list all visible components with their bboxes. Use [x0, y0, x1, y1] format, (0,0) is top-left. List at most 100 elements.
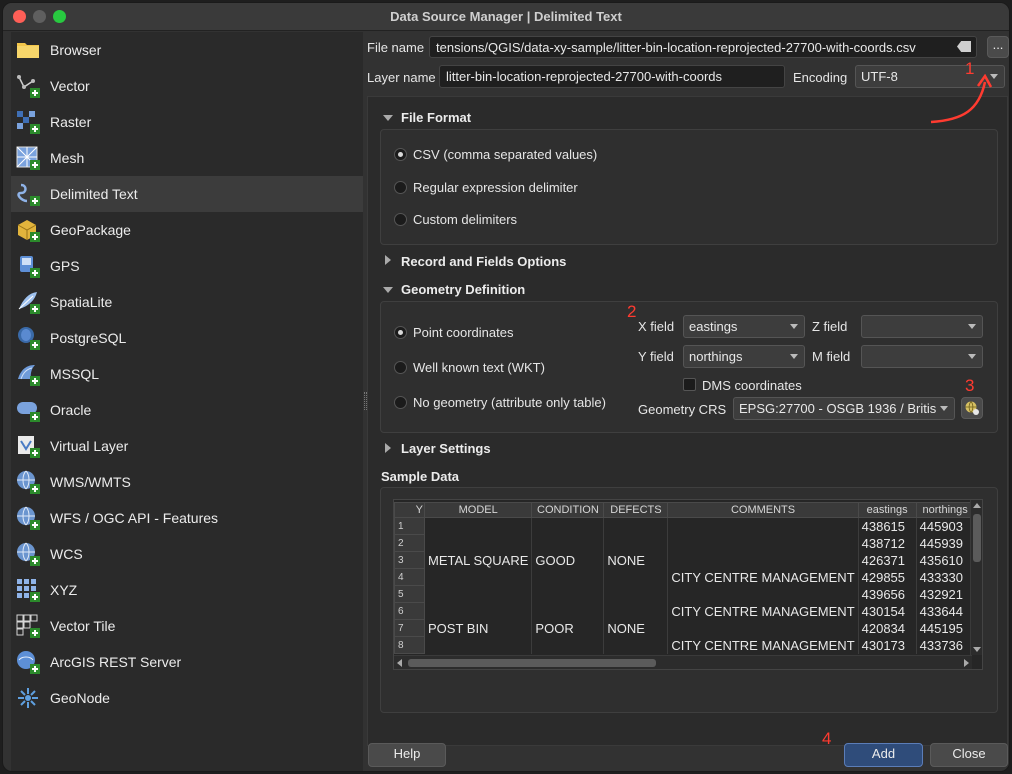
column-header[interactable]: DEFECTS	[603, 502, 669, 518]
file-format-header[interactable]: File Format	[401, 110, 471, 125]
column-header[interactable]: COMMENTS	[667, 502, 859, 518]
layer-settings-header[interactable]: Layer Settings	[401, 441, 491, 456]
arcgis-icon	[15, 649, 41, 675]
help-button[interactable]: Help	[368, 743, 446, 767]
expand-icon[interactable]	[385, 443, 391, 453]
wkt-radio[interactable]	[394, 361, 407, 374]
y-field-select[interactable]: northings	[683, 345, 805, 368]
sidebar-item-xyz[interactable]: XYZ	[11, 572, 363, 608]
sidebar-item-oracle[interactable]: Oracle	[11, 392, 363, 428]
sidebar-item-gps[interactable]: GPS	[11, 248, 363, 284]
table-row[interactable]: 1 438615 445903	[394, 517, 975, 535]
sidebar-item-vector-tile[interactable]: Vector Tile	[11, 608, 363, 644]
custom-delimiters-radio[interactable]	[394, 213, 407, 226]
splitter-handle[interactable]	[364, 392, 367, 410]
spatialite-icon	[15, 289, 41, 315]
row-number[interactable]: 1	[394, 517, 425, 535]
table-row[interactable]: 4 CITY CENTRE MANAGEMENT 429855 433330	[394, 568, 975, 586]
csv-radio-label[interactable]: CSV (comma separated values)	[413, 147, 597, 162]
file-name-value: tensions/QGIS/data-xy-sample/litter-bin-…	[436, 40, 916, 55]
folder-icon	[15, 37, 41, 63]
table-vertical-scrollbar[interactable]	[970, 500, 982, 655]
row-number[interactable]: 8	[394, 636, 425, 654]
sidebar-item-raster[interactable]: Raster	[11, 104, 363, 140]
no-geometry-label[interactable]: No geometry (attribute only table)	[413, 395, 606, 410]
table-cell-northings: 445939	[916, 534, 975, 552]
x-field-value: eastings	[689, 319, 738, 334]
sidebar-item-label: Virtual Layer	[50, 438, 129, 454]
dms-coordinates-label[interactable]: DMS coordinates	[702, 378, 802, 393]
table-row[interactable]: 6 CITY CENTRE MANAGEMENT 430154 433644	[394, 602, 975, 620]
sidebar-item-wfs[interactable]: WFS / OGC API - Features	[11, 500, 363, 536]
sidebar-item-geopackage[interactable]: GeoPackage	[11, 212, 363, 248]
csv-radio[interactable]	[394, 148, 407, 161]
z-field-select[interactable]	[861, 315, 983, 338]
sidebar-item-wms-wmts[interactable]: WMS/WMTS	[11, 464, 363, 500]
add-button[interactable]: Add	[844, 743, 923, 767]
table-horizontal-scrollbar[interactable]	[394, 655, 972, 669]
table-row[interactable]: 2 438712 445939	[394, 534, 975, 552]
table-cell-condition	[531, 636, 605, 654]
row-number[interactable]: 6	[394, 602, 425, 620]
m-field-label: M field	[812, 349, 851, 364]
sidebar-item-delimited-text[interactable]: Delimited Text	[11, 176, 363, 212]
table-cell-northings: 433644	[916, 602, 975, 620]
row-number[interactable]: 4	[394, 568, 425, 586]
point-coordinates-label[interactable]: Point coordinates	[413, 325, 513, 340]
geometry-definition-header[interactable]: Geometry Definition	[401, 282, 525, 297]
dms-coordinates-checkbox[interactable]	[683, 378, 696, 391]
record-fields-header[interactable]: Record and Fields Options	[401, 254, 566, 269]
x-field-select[interactable]: eastings	[683, 315, 805, 338]
collapse-icon[interactable]	[383, 115, 393, 121]
point-coordinates-radio[interactable]	[394, 326, 407, 339]
sidebar-item-vector[interactable]: Vector	[11, 68, 363, 104]
sidebar-item-mssql[interactable]: MSSQL	[11, 356, 363, 392]
crs-selector-button[interactable]	[961, 397, 983, 419]
sidebar-item-browser[interactable]: Browser	[11, 32, 363, 68]
gps-icon	[15, 253, 41, 279]
table-row[interactable]: 8 CITY CENTRE MANAGEMENT 430173 433736	[394, 636, 975, 654]
delimited-text-icon	[15, 181, 41, 207]
column-header[interactable]: CONDITION	[531, 502, 605, 518]
column-header[interactable]: northings	[915, 502, 975, 518]
layer-name-input[interactable]: litter-bin-location-reprojected-27700-wi…	[439, 65, 785, 88]
column-header[interactable]: eastings	[857, 502, 917, 518]
table-cell-model	[424, 636, 533, 654]
row-number[interactable]: 7	[394, 619, 425, 637]
no-geometry-radio[interactable]	[394, 396, 407, 409]
wkt-label[interactable]: Well known text (WKT)	[413, 360, 545, 375]
custom-delimiters-radio-label[interactable]: Custom delimiters	[413, 212, 517, 227]
sample-data-table[interactable]: Y MODEL CONDITION DEFECTS COMMENTS easti…	[393, 499, 983, 670]
column-header[interactable]: Y	[394, 502, 425, 518]
sidebar-item-geonode[interactable]: GeoNode	[11, 680, 363, 716]
browse-button[interactable]: ...	[987, 36, 1009, 58]
sidebar-item-mesh[interactable]: Mesh	[11, 140, 363, 176]
regex-radio[interactable]	[394, 181, 407, 194]
file-name-input[interactable]: tensions/QGIS/data-xy-sample/litter-bin-…	[429, 36, 977, 58]
regex-radio-label[interactable]: Regular expression delimiter	[413, 180, 578, 195]
table-row[interactable]: 5 439656 432921	[394, 585, 975, 603]
table-cell-comments	[667, 517, 859, 535]
sidebar-item-arcgis-rest[interactable]: ArcGIS REST Server	[11, 644, 363, 680]
m-field-select[interactable]	[861, 345, 983, 368]
collapse-icon[interactable]	[383, 287, 393, 293]
data-source-manager-window: Data Source Manager | Delimited Text Bro…	[2, 2, 1010, 772]
close-button[interactable]: Close	[930, 743, 1008, 767]
table-cell-northings: 435610	[916, 551, 975, 569]
sidebar-item-wcs[interactable]: WCS	[11, 536, 363, 572]
sidebar-item-spatialite[interactable]: SpatiaLite	[11, 284, 363, 320]
row-number[interactable]: 3	[394, 551, 425, 569]
row-number[interactable]: 2	[394, 534, 425, 552]
row-number[interactable]: 5	[394, 585, 425, 603]
sidebar-item-label: Vector Tile	[50, 618, 116, 634]
table-row[interactable]: 7 POST BIN POOR NONE 420834 445195	[394, 619, 975, 637]
table-cell-eastings: 426371	[858, 551, 917, 569]
table-row[interactable]: 3 METAL SQUARE GOOD NONE 426371 435610	[394, 551, 975, 569]
table-cell-model	[424, 534, 533, 552]
column-header[interactable]: MODEL	[423, 502, 533, 518]
expand-icon[interactable]	[385, 255, 391, 265]
geometry-crs-select[interactable]: EPSG:27700 - OSGB 1936 / Britis	[733, 397, 955, 420]
table-cell-comments: CITY CENTRE MANAGEMENT	[667, 568, 859, 586]
sidebar-item-virtual-layer[interactable]: Virtual Layer	[11, 428, 363, 464]
sidebar-item-postgresql[interactable]: PostgreSQL	[11, 320, 363, 356]
